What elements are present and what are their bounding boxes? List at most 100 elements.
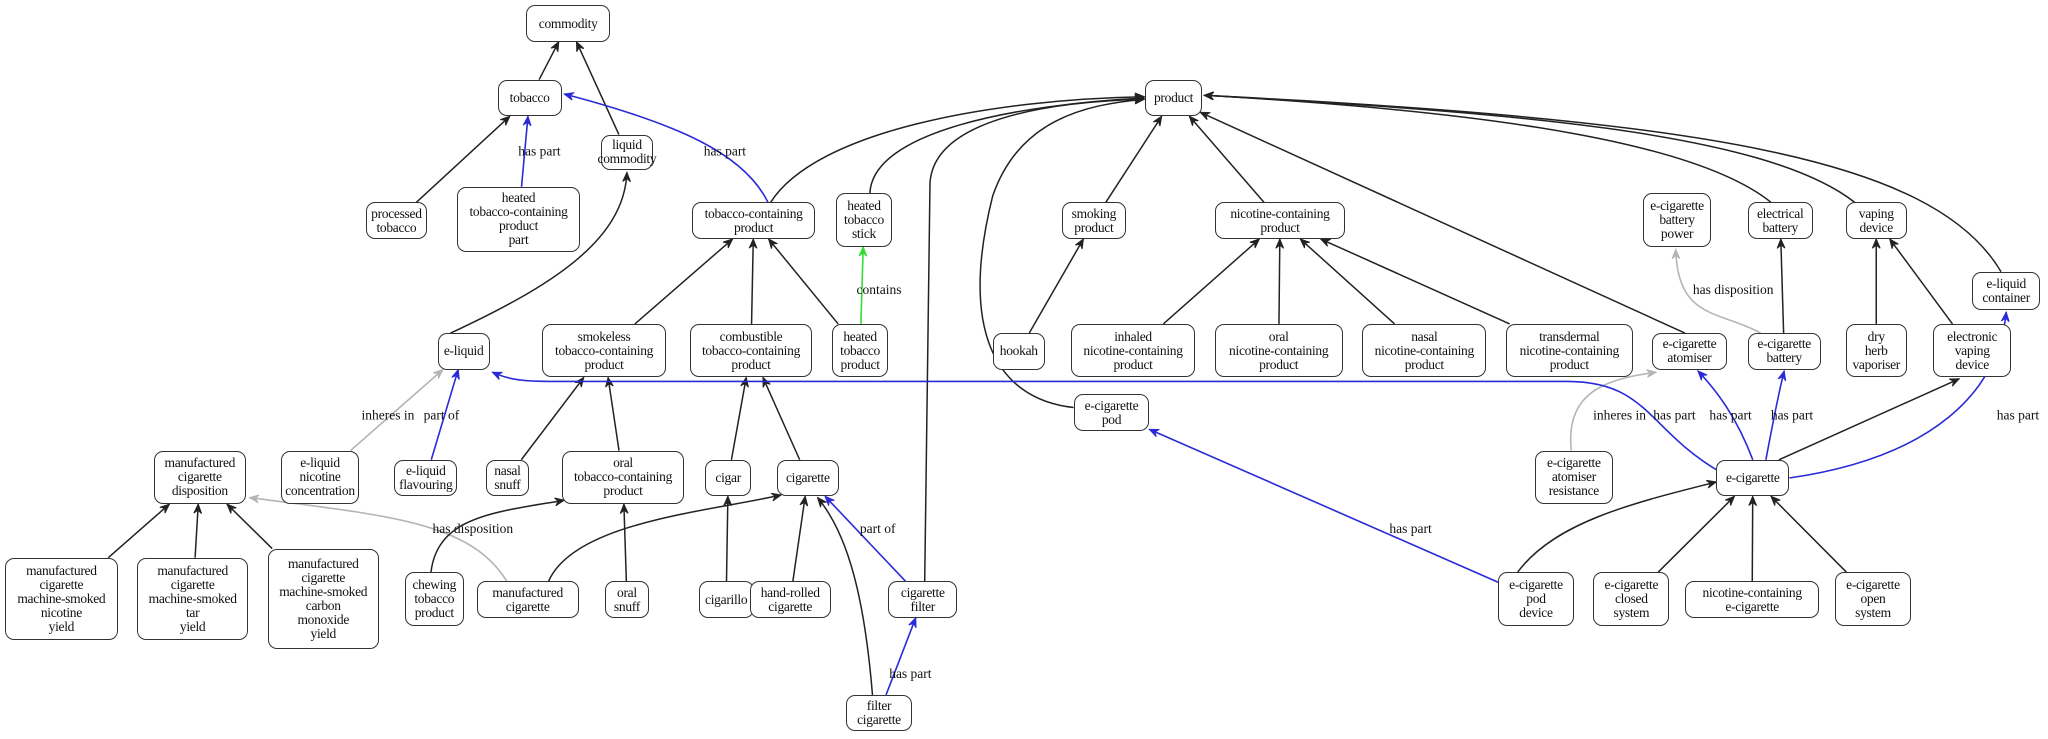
- edge-label: has part: [1709, 407, 1752, 422]
- arrowhead-icon: [1075, 237, 1084, 250]
- node-commodity[interactable]: commodity: [526, 5, 610, 42]
- node-eliquid-container[interactable]: e-liquid container: [1972, 271, 2041, 310]
- node-tcp[interactable]: tobacco-containing product: [692, 202, 815, 239]
- node-cigarette-filter[interactable]: cigarette filter: [888, 581, 958, 618]
- edge-is-a: [575, 41, 620, 135]
- node-mcms-co[interactable]: manufactured cigarette machine-smoked ca…: [267, 548, 379, 650]
- node-inhaled-ncp[interactable]: inhaled nicotine-containing product: [1071, 323, 1196, 378]
- node-cigarillo[interactable]: cigarillo: [698, 581, 754, 618]
- edge-is-a: [1320, 238, 1511, 325]
- node-processed-tobacco[interactable]: processed tobacco: [365, 202, 428, 239]
- node-closed-system[interactable]: e-cigarette closed system: [1593, 572, 1670, 626]
- node-liquid-commodity[interactable]: liquid commodity: [598, 134, 657, 170]
- edge-is-a: [607, 377, 620, 451]
- node-ecig-pod[interactable]: e-cigarette pod: [1073, 394, 1150, 431]
- edge-label: contains: [857, 282, 902, 297]
- node-hookah[interactable]: hookah: [992, 333, 1045, 370]
- node-open-system[interactable]: e-cigarette open system: [1835, 572, 1911, 626]
- edge-is-a: [547, 494, 782, 582]
- edge-is-a: [226, 503, 273, 550]
- node-ecig[interactable]: e-cigarette: [1716, 459, 1790, 497]
- edge-label: has part: [1771, 407, 1814, 422]
- edge-is-a: [1204, 94, 2002, 273]
- node-dry-herb[interactable]: dry herb vaporiser: [1845, 323, 1907, 378]
- edge-label: has part: [518, 144, 561, 159]
- ontology-graph: has part has part contains has disposition i…: [0, 0, 2048, 739]
- node-ecig-battery-power[interactable]: e-cigarette battery power: [1643, 193, 1711, 247]
- arrowhead-icon: [816, 496, 827, 508]
- node-ecig-battery[interactable]: e-cigarette battery: [1747, 333, 1821, 370]
- node-chewing[interactable]: chewing tobacco product: [404, 572, 464, 626]
- edge-is-a: [1770, 495, 1847, 573]
- node-combustible[interactable]: combustible tobacco-containing product: [689, 323, 813, 378]
- edge-is-a: [634, 238, 734, 325]
- edge-label: has part: [1653, 407, 1696, 422]
- edge-label: has part: [704, 144, 747, 159]
- arrowhead-icon: [574, 376, 585, 388]
- edge-is-a: [1780, 238, 1785, 334]
- edge-is-a: [869, 97, 1145, 194]
- edge-is-a: [520, 377, 585, 461]
- edge-is-a: [1105, 115, 1163, 203]
- node-hand-rolled[interactable]: hand-rolled cigarette: [749, 581, 831, 618]
- node-mcd[interactable]: manufactured cigarette disposition: [154, 450, 246, 505]
- node-transdermal-ncp[interactable]: transdermal nicotine-containing product: [1505, 323, 1633, 378]
- node-oral-snuff[interactable]: oral snuff: [604, 581, 650, 618]
- node-smoking-product[interactable]: smoking product: [1061, 202, 1126, 239]
- node-cigarette[interactable]: cigarette: [777, 459, 839, 497]
- edge-is-a: [725, 496, 729, 582]
- edge-label: has disposition: [1693, 282, 1774, 297]
- node-ncp[interactable]: nicotine-containing product: [1214, 202, 1346, 239]
- node-vaping-device[interactable]: vaping device: [1845, 202, 1907, 239]
- edge-is-a: [107, 503, 170, 559]
- node-eliquid-nic-conc[interactable]: e-liquid nicotine concentration: [280, 450, 360, 505]
- edge-label: part of: [424, 407, 460, 422]
- node-filter-cigarette[interactable]: filter cigarette: [846, 694, 912, 732]
- node-evd[interactable]: electronic vaping device: [1933, 323, 2012, 378]
- node-electrical-battery[interactable]: electrical battery: [1747, 202, 1813, 239]
- node-htcp-part[interactable]: heated tobacco-containing product part: [457, 186, 580, 253]
- edge-has-part: [1149, 428, 1499, 583]
- node-nasal-ncp[interactable]: nasal nicotine-containing product: [1362, 323, 1487, 378]
- edge-is-a: [1889, 238, 1954, 325]
- edge-is-a: [1028, 238, 1085, 334]
- node-mcms-nicotine[interactable]: manufactured cigarette machine-smoked ni…: [5, 557, 118, 640]
- edge-label: has disposition: [432, 521, 513, 536]
- node-eliquid-flavouring[interactable]: e-liquid flavouring: [394, 459, 458, 497]
- edge-is-a: [750, 239, 755, 324]
- node-cigar[interactable]: cigar: [705, 459, 751, 497]
- edge-is-a: [1657, 495, 1735, 573]
- edge-label: inheres in: [361, 407, 414, 422]
- node-tobacco[interactable]: tobacco: [497, 79, 562, 117]
- edge-is-a: [762, 377, 801, 461]
- node-eliquid[interactable]: e-liquid: [437, 333, 490, 370]
- node-heated-tobacco-product[interactable]: heated tobacco product: [832, 323, 889, 378]
- node-heated-tobacco-stick[interactable]: heated tobacco stick: [835, 193, 893, 247]
- edge-is-a: [730, 377, 747, 460]
- edge-label: part of: [860, 521, 896, 536]
- node-oral-ncp[interactable]: oral nicotine-containing product: [1214, 323, 1343, 378]
- node-product[interactable]: product: [1145, 79, 1202, 117]
- node-nc-ecig[interactable]: nicotine-containing e-cigarette: [1684, 581, 1820, 618]
- node-pod-device[interactable]: e-cigarette pod device: [1498, 572, 1574, 626]
- edge-is-a: [1162, 238, 1260, 325]
- edge-is-a: [769, 95, 1145, 203]
- edge-label: has part: [1389, 521, 1432, 536]
- edge-is-a: [1278, 239, 1281, 324]
- node-oral-tcp[interactable]: oral tobacco-containing product: [561, 450, 685, 505]
- node-manufactured-cigarette[interactable]: manufactured cigarette: [476, 581, 579, 618]
- node-nasal-snuff[interactable]: nasal snuff: [485, 459, 529, 497]
- edge-is-a: [768, 238, 839, 325]
- node-smokeless[interactable]: smokeless tobacco-containing product: [542, 323, 667, 378]
- edge-label: has part: [1997, 407, 2040, 422]
- arrowhead-icon: [1888, 237, 1899, 249]
- node-atomiser-resistance[interactable]: e-cigarette atomiser resistance: [1534, 450, 1614, 505]
- edge-is-a: [623, 504, 628, 582]
- edge-is-a: [1204, 94, 1772, 203]
- arrowhead-icon: [1153, 115, 1163, 127]
- node-ecig-atomiser[interactable]: e-cigarette atomiser: [1652, 333, 1727, 370]
- edge-has-part: [885, 617, 917, 696]
- edge-is-a: [1188, 115, 1265, 203]
- edge-has-part: [824, 495, 907, 582]
- node-mcms-tar[interactable]: manufactured cigarette machine-smoked ta…: [137, 557, 249, 640]
